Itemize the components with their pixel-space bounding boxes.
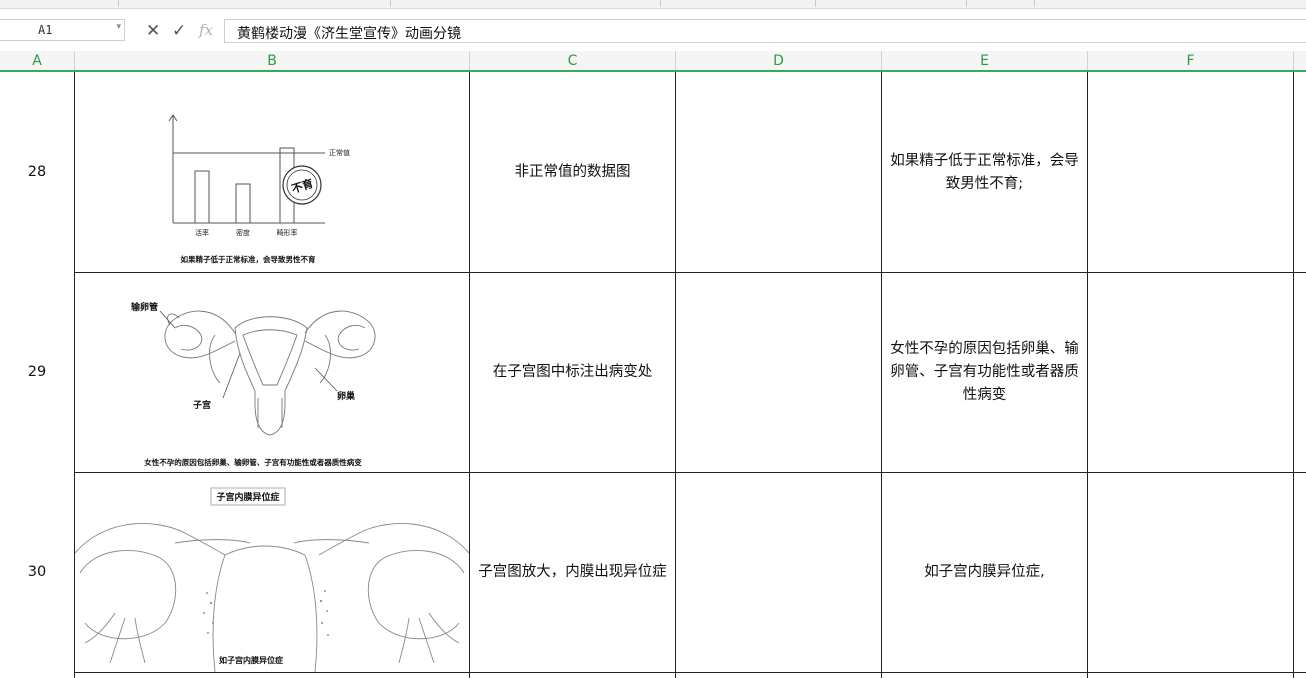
column-header-e[interactable]: E (882, 51, 1088, 71)
cell-f[interactable] (1088, 473, 1293, 672)
grid-line (74, 672, 1306, 673)
storyboard-image-endometriosis[interactable]: 子宫内膜异位症 如子宫内膜异位症 (75, 473, 469, 672)
cell-f[interactable] (1088, 73, 1293, 272)
chevron-down-icon[interactable]: ▾ (116, 22, 121, 32)
column-header-g[interactable] (1294, 51, 1306, 71)
column-header-d[interactable]: D (676, 51, 882, 71)
function-icon[interactable]: fx (199, 20, 213, 40)
label-ovary: 卵巢 (337, 390, 356, 402)
cell-narration[interactable]: 女性不孕的原因包括卵巢、输卵管、子宫有功能性或者器质性病变 (882, 273, 1087, 472)
storyboard-image-uterus-diagram[interactable]: 输卵管 子宫 卵巢 女性不孕的原因包括卵巢、输卵管、子宫有功能性或者器质性病变 (75, 273, 469, 472)
image-caption: 如子宫内膜异位症 (219, 655, 283, 665)
name-box-value: A1 (38, 23, 53, 37)
label-uterus: 子宫 (193, 399, 211, 411)
header-divider (0, 70, 1306, 72)
column-header-b[interactable]: B (75, 51, 470, 71)
chart-bar-label: 畸形率 (277, 228, 298, 237)
cell-description[interactable]: 在子宫图中标注出病变处 (470, 273, 675, 472)
chart-bar-label: 活率 (195, 228, 209, 237)
cell-description[interactable]: 子宫图放大，内膜出现异位症 (470, 473, 675, 672)
formula-bar: A1 ▾ ✕ ✓ fx 黄鹤楼动漫《济生堂宣传》动画分镜 (0, 15, 1306, 48)
cell-f[interactable] (1088, 273, 1293, 472)
grid-line (1293, 72, 1294, 678)
formula-text: 黄鹤楼动漫《济生堂宣传》动画分镜 (237, 26, 461, 42)
column-header-f[interactable]: F (1088, 51, 1294, 71)
row-number[interactable]: 28 (0, 72, 74, 272)
checkmark-icon[interactable]: ✓ (172, 21, 186, 41)
column-header-a[interactable]: A (0, 51, 75, 71)
cell-description[interactable]: 非正常值的数据图 (470, 73, 675, 272)
row-number[interactable]: 29 (0, 273, 74, 472)
cell-d[interactable] (676, 73, 881, 272)
close-icon[interactable]: ✕ (146, 21, 160, 41)
sheet-tab-strip[interactable] (0, 0, 1306, 9)
cell-narration[interactable]: 如果精子低于正常标准，会导致男性不育; (882, 73, 1087, 272)
chart-bar-label: 密度 (236, 228, 250, 237)
name-box[interactable]: A1 ▾ (0, 19, 125, 41)
label-fallopian-tube: 输卵管 (131, 301, 158, 313)
image-caption: 如果精子低于正常标准，会导致男性不育 (181, 254, 316, 264)
cell-narration[interactable]: 如子宫内膜异位症, (882, 473, 1087, 672)
formula-input[interactable]: 黄鹤楼动漫《济生堂宣传》动画分镜 (224, 19, 1306, 43)
chart-label-normal: 正常值 (329, 148, 350, 157)
column-header-c[interactable]: C (470, 51, 676, 71)
image-caption: 女性不孕的原因包括卵巢、输卵管、子宫有功能性或者器质性病变 (144, 457, 362, 467)
cell-d[interactable] (676, 473, 881, 672)
cell-d[interactable] (676, 273, 881, 472)
row-number[interactable]: 30 (0, 473, 74, 672)
storyboard-image-bar-chart[interactable]: 不育 正常值 活率 密度 畸形率 如果精子低于正常标准，会导致男性不育 (75, 73, 469, 272)
image-title: 子宫内膜异位症 (216, 491, 279, 503)
